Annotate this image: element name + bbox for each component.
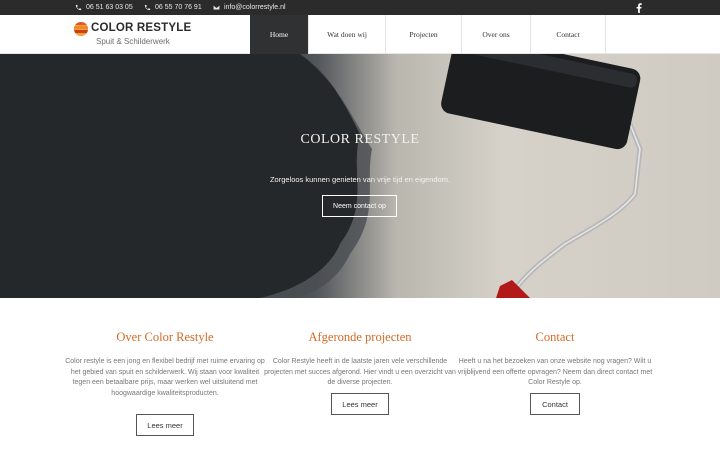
section-over-color-restyle: Over Color Restyle Color restyle is een …: [65, 330, 265, 399]
facebook-link[interactable]: [633, 2, 645, 13]
phone-number-1: 06 51 63 03 05: [86, 4, 133, 11]
logo-mark-icon: [74, 22, 88, 36]
section-text: Color Restyle heeft in de laatste jaren …: [264, 358, 456, 386]
email-address: info@colorrestyle.nl: [224, 4, 286, 11]
section-title: Afgeronde projecten: [308, 330, 412, 344]
contact-cta-button[interactable]: Neem contact op: [322, 195, 397, 217]
facebook-icon: [636, 2, 642, 13]
contact-button[interactable]: Contact: [530, 393, 580, 415]
logo-name: COLOR RESTYLE: [91, 22, 192, 34]
envelope-icon: [213, 5, 220, 10]
logo-tagline: Spuit & Schilderwerk: [96, 37, 170, 46]
phone-icon: [144, 4, 151, 11]
top-bar: 06 51 63 03 05 06 55 70 76 91 info@color…: [0, 0, 720, 15]
section-text: Color restyle is een jong en flexibel be…: [65, 358, 265, 397]
site-logo[interactable]: COLOR RESTYLE Spuit & Schilderwerk: [74, 21, 214, 49]
section-contact: Contact Heeft u na het bezoeken van onze…: [455, 330, 655, 389]
phone-contact-2[interactable]: 06 55 70 76 91: [144, 0, 202, 15]
nav-item-projecten[interactable]: Projecten: [385, 15, 461, 54]
section-text: Heeft u na het bezoeken van onze website…: [457, 358, 653, 386]
lees-meer-button-projects[interactable]: Lees meer: [331, 393, 389, 415]
main-navigation: Home Wat doen wij Projecten Over ons Con…: [250, 15, 606, 54]
phone-contact-1[interactable]: 06 51 63 03 05: [75, 0, 133, 15]
section-title: Over Color Restyle: [116, 330, 214, 344]
hero-subtitle: Zorgeloos kunnen genieten van vrije tijd…: [269, 175, 451, 184]
lees-meer-button-about[interactable]: Lees meer: [136, 414, 194, 436]
nav-item-home[interactable]: Home: [250, 15, 308, 54]
phone-icon: [75, 4, 82, 11]
nav-item-contact[interactable]: Contact: [530, 15, 606, 54]
hero-banner: COLOR RESTYLE Zorgeloos kunnen genieten …: [0, 54, 720, 298]
phone-number-2: 06 55 70 76 91: [155, 4, 202, 11]
email-contact[interactable]: info@colorrestyle.nl: [213, 0, 286, 15]
nav-item-wat-doen-wij[interactable]: Wat doen wij: [308, 15, 385, 54]
nav-item-over-ons[interactable]: Over ons: [461, 15, 530, 54]
section-title: Contact: [535, 330, 575, 344]
hero-title: COLOR RESTYLE: [300, 132, 420, 147]
site-header: COLOR RESTYLE Spuit & Schilderwerk Home …: [0, 15, 720, 54]
section-afgeronde-projecten: Afgeronde projecten Color Restyle heeft …: [260, 330, 460, 389]
